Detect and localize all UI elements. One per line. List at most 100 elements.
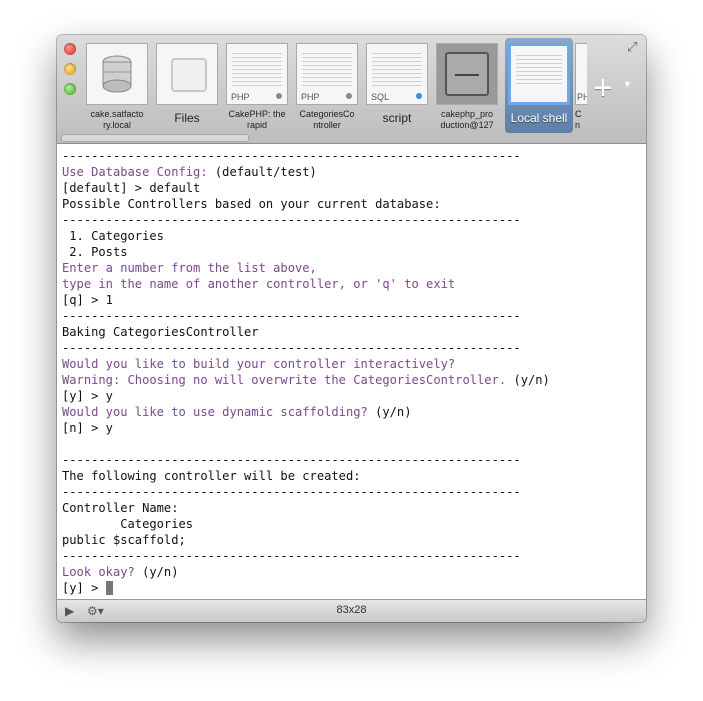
resize-icon[interactable]: ⤢	[627, 39, 637, 55]
terminal-lines: ----------------------------------------…	[62, 148, 550, 596]
terminal-line: Would you like to use dynamic scaffoldin…	[62, 404, 550, 420]
status-bar: ▶ ⚙▾ 83x28	[57, 599, 646, 622]
prompt-text: Use Database Config:	[62, 165, 215, 179]
tab-label: script	[382, 111, 412, 125]
output-text: ----------------------------------------…	[62, 485, 521, 499]
status-dot	[276, 93, 282, 99]
tab-cakephp-production[interactable]: cakephp_pro duction@127	[435, 43, 499, 131]
prompt-text: Enter a number from the list above,	[62, 261, 317, 275]
output-text: (y/n)	[142, 565, 179, 579]
output-text: [default] > default	[62, 181, 201, 195]
terminal-line: Enter a number from the list above,	[62, 260, 550, 276]
terminal-line: Use Database Config: (default/test)	[62, 164, 550, 180]
terminal-line: [y] >	[62, 580, 550, 596]
output-text: ----------------------------------------…	[62, 341, 521, 355]
terminal-line: The following controller will be created…	[62, 468, 550, 484]
terminal-line: 2. Posts	[62, 244, 550, 260]
tab-label: Local shell	[510, 111, 568, 125]
output-text: [y] >	[62, 581, 106, 595]
plus-icon[interactable]: +	[593, 71, 613, 105]
tab-label: CategoriesCo ntroller	[299, 109, 355, 130]
terminal-line: Warning: Choosing no will overwrite the …	[62, 372, 550, 388]
output-text: (y/n)	[375, 405, 412, 419]
terminal-line: ----------------------------------------…	[62, 340, 550, 356]
output-text: [n] > y	[62, 421, 113, 435]
tab-label: cake.satfacto ry.local	[90, 109, 144, 130]
output-text: Categories	[62, 517, 194, 531]
app-window: cake.satfacto ry.local Files PHP CakePHP:…	[57, 35, 646, 622]
file-type-tag: PHP	[301, 92, 320, 102]
output-text: Controller Name:	[62, 501, 179, 515]
document-icon	[372, 50, 422, 88]
tab-cake-satfactory-local[interactable]: cake.satfacto ry.local	[85, 43, 149, 131]
output-text: ----------------------------------------…	[62, 549, 521, 563]
status-dot	[416, 93, 422, 99]
file-type-tag: SQL	[371, 92, 390, 102]
terminal-line: [q] > 1	[62, 292, 550, 308]
terminal-line: [y] > y	[62, 388, 550, 404]
tab-label: CakePHP: the rapid	[228, 109, 286, 130]
prompt-text: Warning: Choosing no will overwrite the …	[62, 373, 514, 387]
terminal-line: ----------------------------------------…	[62, 548, 550, 564]
tab-label: Cn	[575, 109, 582, 130]
tab-files[interactable]: Files	[155, 43, 219, 125]
server-icon	[445, 52, 489, 96]
files-icon	[171, 58, 207, 92]
tab-toolbar: cake.satfacto ry.local Files PHP CakePHP:…	[57, 35, 646, 144]
tab-label: cakephp_pro duction@127	[440, 109, 494, 130]
cakephp-logo-icon	[102, 55, 132, 93]
output-text: ----------------------------------------…	[62, 453, 521, 467]
close-button[interactable]	[64, 43, 76, 55]
zoom-button[interactable]	[64, 83, 76, 95]
chevron-down-icon[interactable]: ▼	[623, 79, 632, 89]
terminal-line: type in the name of another controller, …	[62, 276, 550, 292]
terminal-line: Look okay? (y/n)	[62, 564, 550, 580]
document-icon	[232, 50, 282, 88]
output-text: Possible Controllers based on your curre…	[62, 197, 441, 211]
file-type-tag: PHP	[231, 92, 250, 102]
tab-thumbnail	[508, 43, 570, 105]
tab-thumbnail: SQL	[366, 43, 428, 105]
output-text: 2. Posts	[62, 245, 128, 259]
output-text: [y] > y	[62, 389, 113, 403]
terminal-line: ----------------------------------------…	[62, 308, 550, 324]
terminal-line: [default] > default	[62, 180, 550, 196]
output-text: The following controller will be created…	[62, 469, 361, 483]
terminal-line: Controller Name:	[62, 500, 550, 516]
terminal-line: ----------------------------------------…	[62, 452, 550, 468]
file-type-tag: PH	[577, 92, 587, 102]
output-text: 1. Categories	[62, 229, 164, 243]
terminal-line: ----------------------------------------…	[62, 212, 550, 228]
tab-scrollbar[interactable]	[61, 134, 249, 142]
output-text: ----------------------------------------…	[62, 309, 521, 323]
minimize-button[interactable]	[64, 63, 76, 75]
tab-categories-controller[interactable]: PHP CategoriesCo ntroller	[295, 43, 359, 131]
output-text: public $scaffold;	[62, 533, 186, 547]
terminal-line: ----------------------------------------…	[62, 148, 550, 164]
terminal-line: [n] > y	[62, 420, 550, 436]
output-text: ----------------------------------------…	[62, 149, 521, 163]
status-dot	[346, 93, 352, 99]
tab-local-shell[interactable]: Local shell	[507, 43, 571, 125]
prompt-text: Would you like to build your controller …	[62, 357, 456, 371]
tab-thumbnail	[156, 43, 218, 105]
terminal-icon	[516, 52, 562, 86]
document-icon	[302, 50, 352, 88]
output-text: ----------------------------------------…	[62, 213, 521, 227]
output-text: (default/test)	[214, 165, 317, 179]
tab-partial[interactable]: PH Cn	[575, 43, 587, 131]
tab-label: Files	[174, 111, 200, 125]
prompt-text: type in the name of another controller, …	[62, 277, 456, 291]
terminal-line: 1. Categories	[62, 228, 550, 244]
terminal-cursor	[105, 581, 113, 595]
prompt-text: Look okay?	[62, 565, 143, 579]
terminal-line: Possible Controllers based on your curre…	[62, 196, 550, 212]
tab-thumbnail	[86, 43, 148, 105]
terminal-size: 83x28	[336, 604, 367, 616]
tab-cakephp-the-rapid[interactable]: PHP CakePHP: the rapid	[225, 43, 289, 131]
tab-thumbnail: PHP	[226, 43, 288, 105]
tab-thumbnail: PHP	[296, 43, 358, 105]
tab-script[interactable]: SQL script	[365, 43, 429, 125]
terminal-output[interactable]: ----------------------------------------…	[57, 144, 646, 599]
